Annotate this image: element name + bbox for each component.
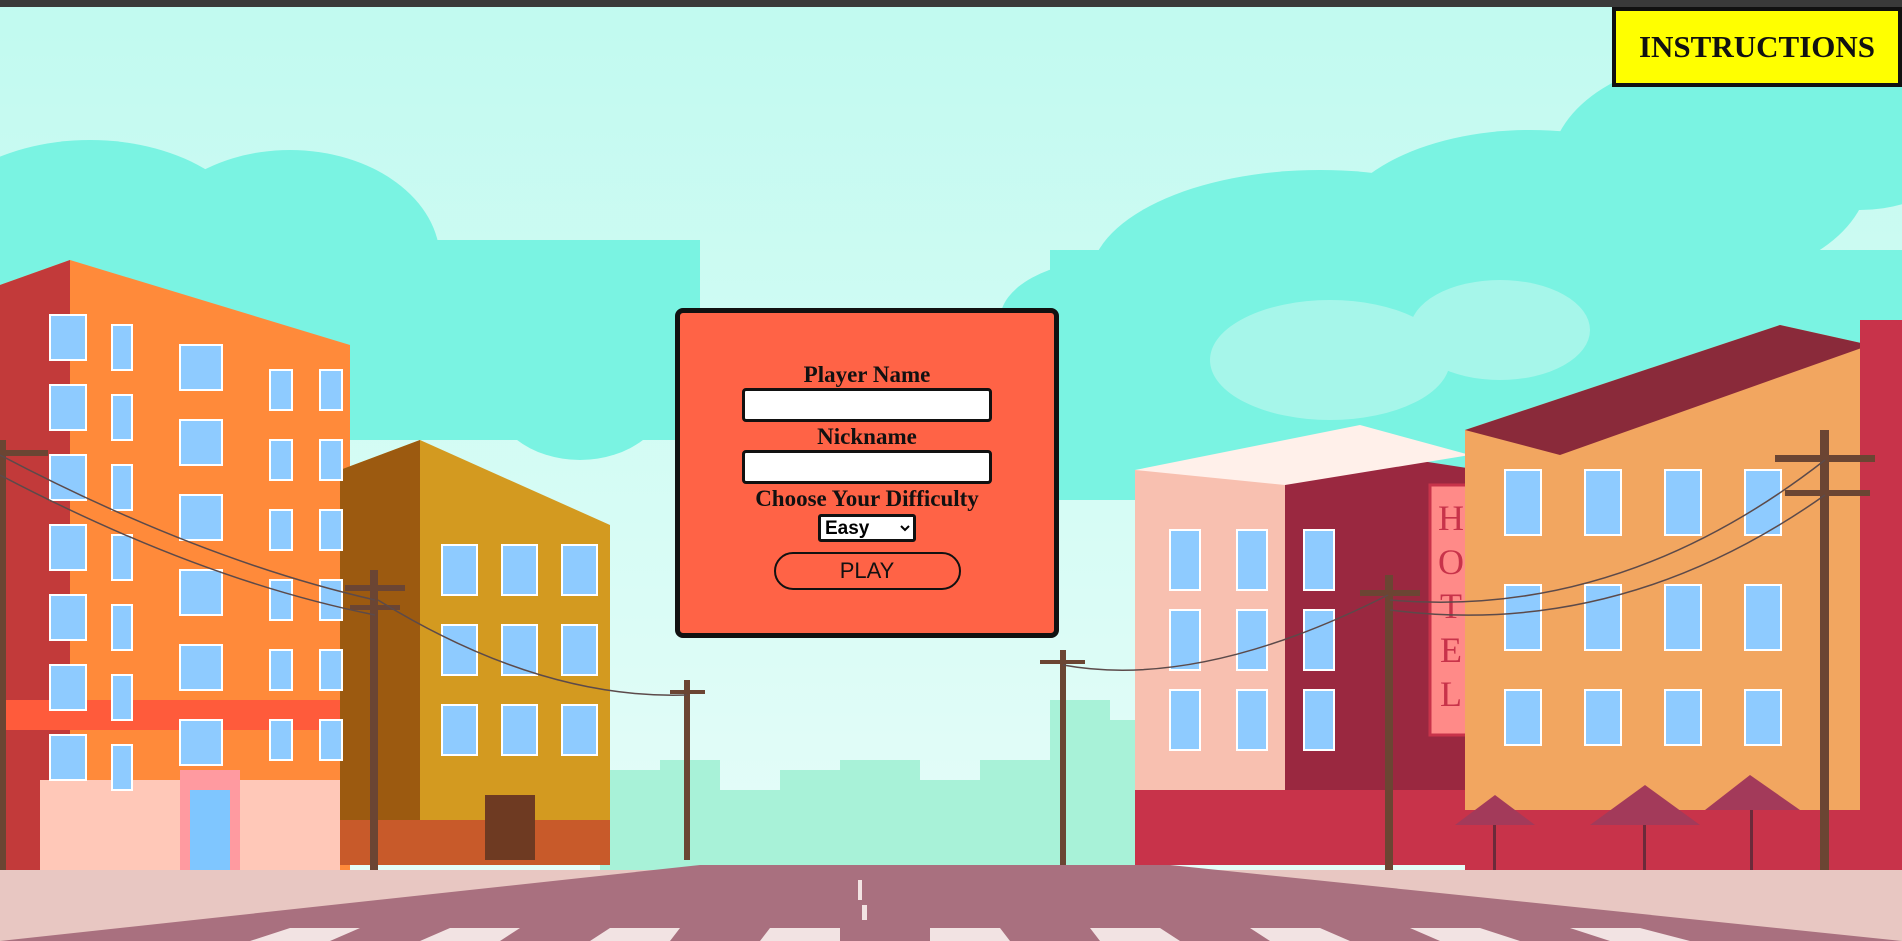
building-window [561,544,598,596]
building-window [179,344,223,391]
building-window [1744,584,1782,651]
building-window [49,314,87,361]
building-window [269,439,293,481]
building-window [1504,469,1542,536]
play-button[interactable]: PLAY [773,552,961,590]
building-window [1236,529,1268,591]
building-window [179,719,223,766]
building-window [561,704,598,756]
building-window [1504,689,1542,746]
difficulty-label: Choose Your Difficulty [755,486,979,511]
building-window [1169,609,1201,671]
building-window [441,704,478,756]
instructions-button[interactable]: INSTRUCTIONS [1612,7,1902,87]
building-window [1584,469,1622,536]
hotel-sign-letter: H [1438,498,1464,538]
building-window [111,324,133,371]
building-window [269,649,293,691]
player-setup-panel: Player Name Nickname Choose Your Difficu… [675,308,1059,638]
crosswalk [250,928,1690,941]
building-window [49,734,87,781]
building-window [1169,529,1201,591]
player-name-input[interactable] [742,388,992,422]
building-window [1744,469,1782,536]
building-window [179,419,223,466]
hotel-sign-letter: O [1438,542,1464,582]
building-window [1664,689,1702,746]
building-window [1236,609,1268,671]
player-name-label: Player Name [803,362,931,387]
top-bar [0,0,1902,7]
building-window [561,624,598,676]
building-window [1303,689,1335,751]
building-window [111,464,133,511]
building-window [1169,689,1201,751]
building-window [49,384,87,431]
building-window [111,394,133,441]
building-window [111,674,133,721]
building-window [111,604,133,651]
building-window [319,439,343,481]
building-window [1303,529,1335,591]
nickname-label: Nickname [817,424,917,449]
building-window [1303,609,1335,671]
building-window [1584,584,1622,651]
hotel-sign-letter: E [1440,630,1462,670]
building-window [179,569,223,616]
building-window [269,369,293,411]
nickname-input[interactable] [742,450,992,484]
building-window [441,544,478,596]
building-window [1236,689,1268,751]
building-window [1664,469,1702,536]
building-window [319,579,343,621]
building-window [319,649,343,691]
building-window [319,509,343,551]
difficulty-select[interactable]: Easy [818,514,916,542]
building-window [501,624,538,676]
building-window [1584,689,1622,746]
hotel-sign-letter: L [1440,674,1462,714]
building-window [49,664,87,711]
building-window [111,534,133,581]
building-window [179,494,223,541]
building-window [319,369,343,411]
building-window [49,594,87,641]
hotel-sign-letter: T [1440,586,1462,626]
building-window [319,719,343,761]
building-window [501,544,538,596]
building-window [269,509,293,551]
building-window [501,704,538,756]
building-window [49,524,87,571]
building-window [111,744,133,791]
building-window [269,579,293,621]
building-window [1744,689,1782,746]
building-window [179,644,223,691]
building-window [49,454,87,501]
building-window [269,719,293,761]
building-window [1664,584,1702,651]
